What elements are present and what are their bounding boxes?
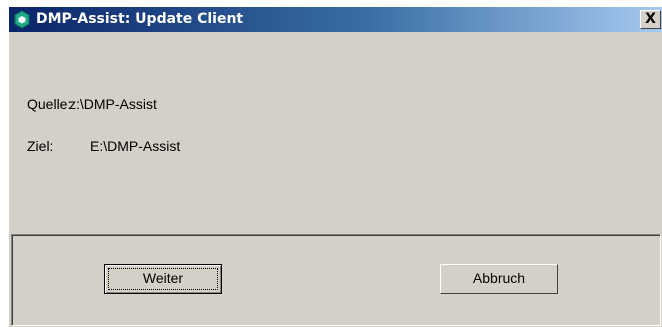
close-button[interactable]: X bbox=[640, 10, 661, 29]
update-client-dialog: DMP-Assist: Update Client X Quelle: z:\D… bbox=[8, 6, 662, 327]
title-bar[interactable]: DMP-Assist: Update Client X bbox=[9, 7, 662, 32]
button-panel-inner: Weiter Abbruch bbox=[12, 235, 660, 325]
button-panel: Weiter Abbruch bbox=[11, 234, 661, 326]
abbruch-button[interactable]: Abbruch bbox=[440, 264, 558, 294]
target-label: Ziel: bbox=[27, 138, 54, 154]
dmp-assist-app-icon bbox=[13, 10, 31, 29]
target-path: E:\DMP-Assist bbox=[90, 138, 181, 154]
window-title: DMP-Assist: Update Client bbox=[36, 11, 244, 27]
source-path: z:\DMP-Assist bbox=[69, 96, 157, 112]
abbruch-button-label: Abbruch bbox=[472, 270, 526, 286]
focus-ring bbox=[108, 268, 218, 290]
close-icon: X bbox=[645, 11, 656, 27]
source-label: Quelle: bbox=[27, 96, 72, 112]
weiter-button[interactable]: Weiter bbox=[104, 264, 222, 294]
